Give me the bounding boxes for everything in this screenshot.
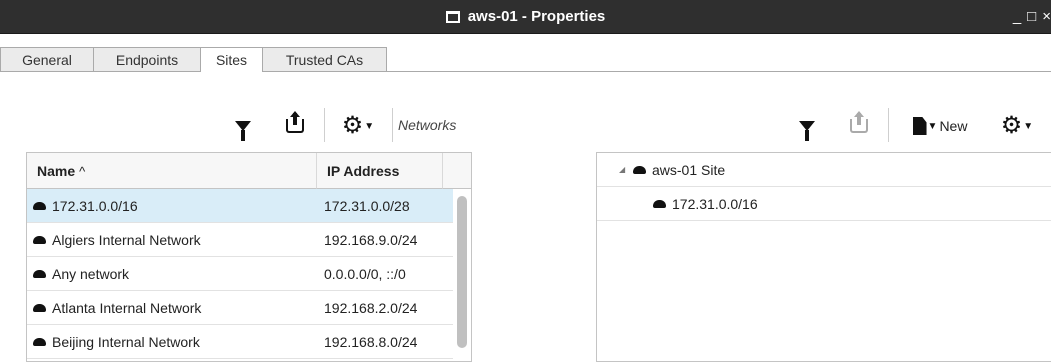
network-ip: 0.0.0.0/0, ::/0	[324, 266, 406, 282]
window-title: aws-01 - Properties	[467, 8, 606, 25]
settings-menu-button[interactable]: ⚙ ▼	[334, 110, 382, 142]
new-button[interactable]: ▼ New	[898, 110, 982, 142]
table-row[interactable]: Algiers Internal Network 192.168.9.0/24	[27, 223, 453, 257]
network-ip: 192.168.9.0/24	[324, 232, 418, 248]
cloud-icon	[33, 338, 46, 347]
chevron-down-icon: ▼	[927, 120, 938, 132]
export-button[interactable]	[845, 111, 873, 140]
filter-icon	[799, 121, 815, 141]
table-row[interactable]: 172.31.0.0/16 172.31.0.0/28	[27, 189, 453, 223]
maximize-button[interactable]: □	[1027, 8, 1036, 25]
window-icon	[445, 10, 460, 23]
export-icon	[850, 111, 868, 133]
network-name: Beijing Internal Network	[52, 334, 200, 350]
table-row[interactable]: Beijing Internal Network 192.168.8.0/24	[27, 325, 453, 359]
sites-tree: ◢ aws-01 Site 172.31.0.0/16	[596, 152, 1051, 362]
filter-button[interactable]	[232, 112, 254, 141]
scrollbar-thumb[interactable]	[457, 196, 467, 348]
network-name: Atlanta Internal Network	[52, 300, 202, 316]
cloud-icon	[633, 166, 646, 175]
network-ip: 192.168.8.0/24	[324, 334, 418, 350]
gear-icon: ⚙	[341, 112, 364, 139]
window-titlebar: aws-01 - Properties _ □ ×	[0, 0, 1051, 34]
table-row[interactable]: Any network 0.0.0.0/0, ::/0	[27, 257, 453, 291]
tree-node-site[interactable]: ◢ aws-01 Site	[597, 153, 1051, 187]
tab-general[interactable]: General	[0, 47, 94, 71]
table-row[interactable]: Atlanta Internal Network 192.168.2.0/24	[27, 291, 453, 325]
filter-button[interactable]	[796, 112, 818, 141]
toolbar-separator	[392, 108, 393, 142]
column-header-ip-address[interactable]: IP Address	[317, 153, 443, 189]
new-label: New	[939, 118, 968, 134]
window-title-area: aws-01 - Properties	[0, 0, 1051, 33]
tab-sites[interactable]: Sites	[200, 47, 263, 72]
filter-icon	[235, 121, 251, 141]
settings-menu-button[interactable]: ⚙ ▼	[993, 110, 1041, 142]
export-button[interactable]	[281, 111, 309, 140]
cloud-icon	[33, 270, 46, 279]
cloud-icon	[33, 202, 46, 211]
column-header-name[interactable]: Name ^	[27, 153, 317, 189]
chevron-down-icon: ▼	[364, 120, 375, 132]
window-controls: _ □ ×	[1007, 0, 1051, 33]
tab-trusted-cas[interactable]: Trusted CAs	[262, 47, 387, 71]
tree-node-network[interactable]: 172.31.0.0/16	[597, 187, 1051, 221]
networks-table: Name ^ IP Address 172.31.0.0/16 172.31.0.…	[26, 152, 472, 362]
network-name: Algiers Internal Network	[52, 232, 201, 248]
networks-label: Networks	[398, 117, 457, 133]
gear-icon: ⚙	[1000, 112, 1023, 139]
close-button[interactable]: ×	[1042, 8, 1051, 25]
network-name: Any network	[52, 266, 130, 282]
toolbar-separator	[888, 108, 889, 142]
site-label: aws-01 Site	[652, 162, 726, 178]
cloud-icon	[33, 304, 46, 313]
toolbar-separator	[324, 108, 325, 142]
tab-endpoints[interactable]: Endpoints	[93, 47, 201, 71]
network-label: 172.31.0.0/16	[672, 196, 758, 212]
export-icon	[286, 111, 304, 133]
tab-strip: General Endpoints Sites Trusted CAs	[0, 34, 1051, 72]
network-ip: 192.168.2.0/24	[324, 300, 418, 316]
chevron-down-icon: ▼	[1023, 120, 1034, 132]
network-name: 172.31.0.0/16	[52, 198, 138, 214]
sort-ascending-icon: ^	[79, 164, 86, 179]
column-header-filler	[443, 153, 471, 189]
cloud-icon	[653, 200, 666, 209]
collapse-icon[interactable]: ◢	[619, 153, 625, 187]
network-ip: 172.31.0.0/28	[324, 198, 410, 214]
new-document-icon	[912, 117, 927, 135]
cloud-icon	[33, 236, 46, 245]
minimize-button[interactable]: _	[1013, 8, 1021, 25]
